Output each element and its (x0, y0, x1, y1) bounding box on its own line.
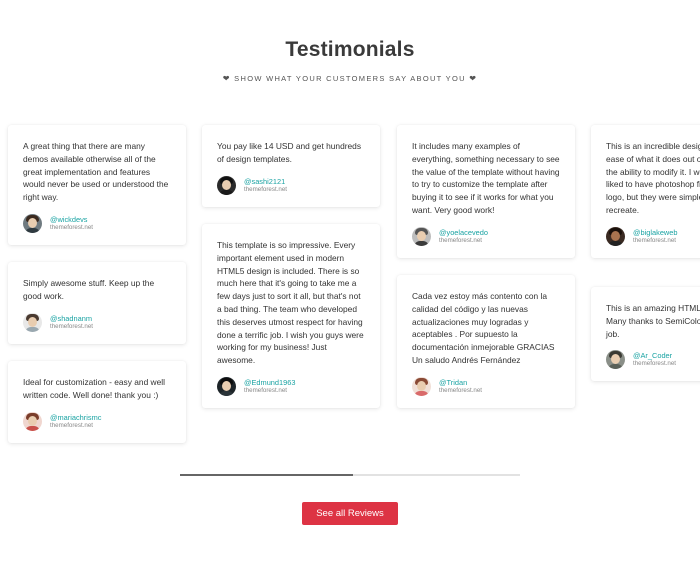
author-handle[interactable]: @shadnanm (50, 314, 93, 323)
testimonial-text: You pay like 14 USD and get hundreds of … (217, 141, 362, 164)
author-source: themeforest.net (439, 236, 482, 244)
author-handle[interactable]: @Ar_Coder (633, 351, 676, 360)
testimonial-author: @wickdevs themeforest.net (23, 213, 172, 233)
author-handle[interactable]: @sashi2121 (244, 177, 287, 186)
testimonial-text: Cada vez estoy más contento con la calid… (412, 291, 555, 365)
avatar (606, 226, 625, 246)
testimonial-text: Simply awesome stuff. Keep up the good w… (23, 278, 155, 301)
see-all-reviews-button[interactable]: See all Reviews (302, 502, 398, 525)
testimonial-text: A great thing that there are many demos … (23, 141, 169, 203)
author-source: themeforest.net (50, 421, 93, 429)
testimonial-author: @yoelacevedo themeforest.net (412, 226, 561, 246)
testimonial-card: This is an incredible design and the eas… (591, 125, 700, 258)
avatar (606, 350, 625, 370)
testimonial-author: @sashi2121 themeforest.net (217, 175, 366, 195)
avatar (23, 312, 42, 332)
avatar (23, 411, 42, 431)
author-handle[interactable]: @Tridan (439, 378, 482, 387)
testimonial-text: It includes many examples of everything,… (412, 141, 560, 215)
testimonial-card: This is an amazing HTML5 template. It. M… (591, 287, 700, 382)
avatar (412, 376, 431, 396)
testimonial-card: Ideal for customization - easy and well … (8, 361, 186, 443)
testimonial-card: It includes many examples of everything,… (397, 125, 575, 258)
subtitle-text: SHOW WHAT YOUR CUSTOMERS SAY ABOUT YOU (234, 74, 466, 83)
testimonial-author: @shadnanm themeforest.net (23, 312, 172, 332)
author-source: themeforest.net (50, 223, 93, 231)
carousel-scrollbar[interactable] (180, 474, 520, 476)
author-source: themeforest.net (244, 386, 287, 394)
testimonial-text: This template is so impressive. Every im… (217, 240, 364, 366)
author-source: themeforest.net (633, 360, 676, 368)
testimonial-card: This template is so impressive. Every im… (202, 224, 380, 408)
author-handle[interactable]: @yoelacevedo (439, 228, 488, 237)
heart-icon: ❤ (222, 74, 231, 83)
testimonial-author: @biglakeweb themeforest.net (606, 226, 700, 246)
avatar (412, 226, 431, 246)
testimonial-author: @Ar_Coder themeforest.net (606, 350, 700, 370)
testimonials-section: Testimonials ❤ SHOW WHAT YOUR CUSTOMERS … (0, 0, 700, 564)
heart-icon: ❤ (469, 74, 478, 83)
author-source: themeforest.net (50, 322, 93, 330)
testimonial-author: @mariachrismc themeforest.net (23, 411, 172, 431)
author-handle[interactable]: @biglakeweb (633, 228, 677, 237)
avatar (217, 175, 236, 195)
testimonial-author: @Tridan themeforest.net (412, 376, 561, 396)
avatar (217, 376, 236, 396)
avatar (23, 213, 42, 233)
author-source: themeforest.net (633, 236, 676, 244)
testimonial-text: Ideal for customization - easy and well … (23, 377, 165, 400)
author-source: themeforest.net (244, 185, 287, 193)
testimonial-card: You pay like 14 USD and get hundreds of … (202, 125, 380, 207)
testimonial-card: A great thing that there are many demos … (8, 125, 186, 245)
testimonial-card: Simply awesome stuff. Keep up the good w… (8, 262, 186, 344)
testimonial-text: This is an incredible design and the eas… (606, 141, 700, 215)
testimonial-text: This is an amazing HTML5 template. It. M… (606, 303, 700, 339)
section-subtitle: ❤ SHOW WHAT YOUR CUSTOMERS SAY ABOUT YOU… (0, 74, 700, 83)
author-handle[interactable]: @mariachrismc (50, 413, 101, 422)
author-handle[interactable]: @wickdevs (50, 215, 93, 224)
author-source: themeforest.net (439, 386, 482, 394)
carousel-scrollbar-thumb[interactable] (180, 474, 354, 476)
testimonial-card: Cada vez estoy más contento con la calid… (397, 275, 575, 408)
section-title: Testimonials (285, 38, 415, 61)
author-handle[interactable]: @Edmund1963 (244, 378, 295, 387)
testimonial-author: @Edmund1963 themeforest.net (217, 376, 366, 396)
